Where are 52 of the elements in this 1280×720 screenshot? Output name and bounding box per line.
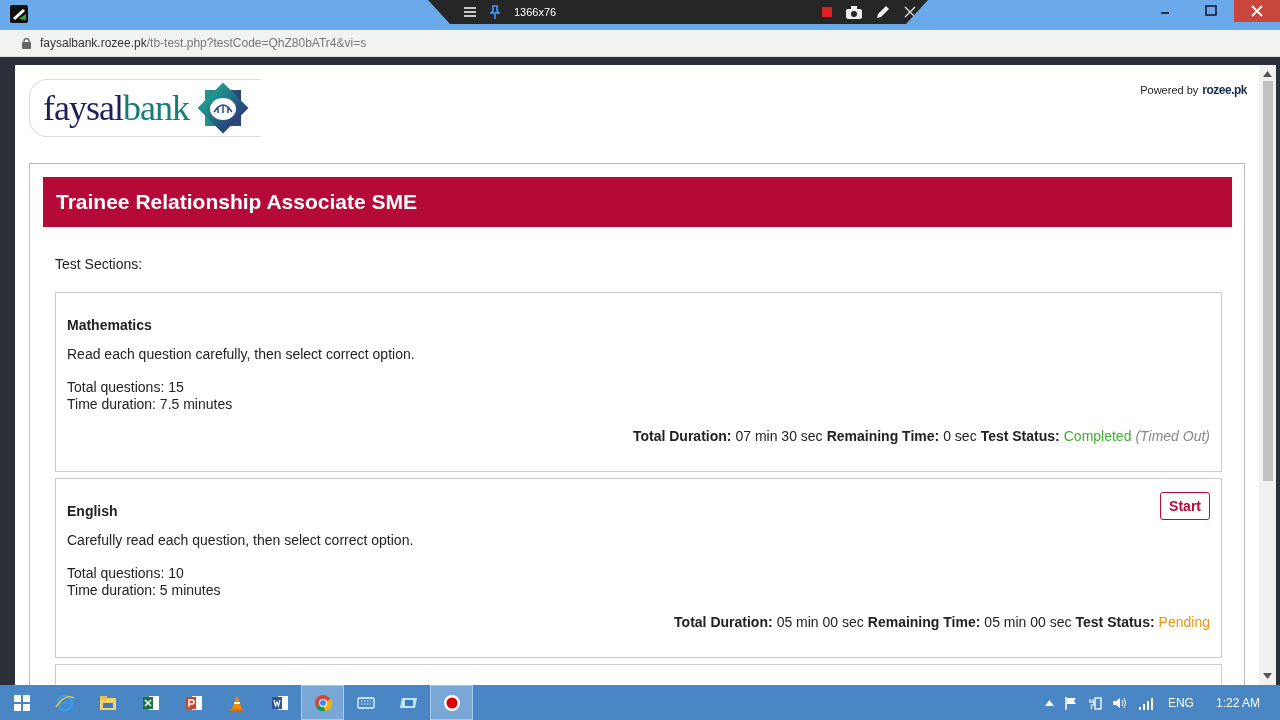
app-icon — [10, 5, 28, 23]
test-status-label: Test Status: — [980, 428, 1060, 444]
signal-bars-icon[interactable] — [1137, 695, 1154, 710]
total-duration-label: Total Duration: — [632, 428, 732, 444]
total-questions: Total questions: 10 — [67, 565, 185, 582]
total-duration-value: 05 min 00 sec — [776, 614, 864, 630]
powered-by-text: Powered by — [1140, 84, 1199, 96]
test-title: Trainee Relationship Associate SME — [43, 177, 1232, 227]
chevron-up-icon[interactable] — [1044, 699, 1054, 706]
status-note: (Timed Out) — [1135, 428, 1210, 444]
total-duration-value: 07 min 30 sec — [735, 428, 823, 444]
url-text: faysalbank.rozee.pk/tb-test.php?testCode=QhZ80bATr4&vi=s — [40, 36, 367, 50]
sections-label: Test Sections: — [55, 256, 144, 272]
menu-icon[interactable] — [464, 6, 476, 18]
section-description: Read each question carefully, then select correct option. — [67, 346, 416, 362]
record-icon[interactable] — [441, 692, 462, 713]
speaker-icon[interactable] — [1111, 695, 1128, 710]
pencil-icon[interactable] — [876, 5, 890, 19]
start-button[interactable]: Start — [1160, 492, 1210, 520]
address-bar[interactable]: faysalbank.rozee.pk/tb-test.php?testCode=QhZ80bATr4&vi=s — [0, 30, 1280, 57]
pin-icon[interactable] — [490, 5, 500, 19]
language-indicator[interactable]: ENG — [1167, 695, 1194, 710]
rozee-logo: rozee.pk — [1202, 83, 1247, 97]
remaining-time-value: 0 sec — [943, 428, 977, 444]
camera-icon[interactable] — [846, 5, 862, 19]
total-duration-label: Total Duration: — [674, 614, 773, 630]
scroll-down-icon[interactable] — [1263, 673, 1272, 679]
test-status-label: Test Status: — [1075, 614, 1155, 630]
browser-e-icon[interactable] — [54, 692, 75, 713]
battery-plug-icon[interactable] — [1087, 695, 1102, 710]
scrollbar[interactable] — [1259, 65, 1276, 685]
section-description: Carefully read each question, then select correct option. — [67, 532, 415, 548]
time-duration: Time duration: 5 minutes — [67, 582, 222, 599]
section-name: Mathematics — [67, 317, 152, 333]
chrome-icon[interactable] — [312, 692, 333, 713]
resolution-text: 1366x76 — [514, 6, 557, 18]
test-status-value: Pending — [1158, 614, 1210, 630]
remaining-time-label: Remaining Time: — [867, 614, 981, 630]
scroll-thumb[interactable] — [1262, 81, 1273, 481]
remaining-time-label: Remaining Time: — [826, 428, 940, 444]
close-icon[interactable] — [904, 6, 916, 18]
lock-icon — [22, 37, 31, 49]
test-status-value: Completed — [1063, 428, 1132, 444]
scroll-up-icon[interactable] — [1263, 71, 1272, 77]
windows-start-icon[interactable] — [11, 692, 32, 713]
clock[interactable]: 1:22 AM — [1215, 695, 1260, 710]
section-name: English — [67, 503, 118, 519]
remaining-time-value: 05 min 00 sec — [984, 614, 1072, 630]
logo-wordmark: faysalbank — [43, 87, 189, 129]
time-duration: Time duration: 7.5 minutes — [67, 396, 234, 413]
flag-icon[interactable] — [1063, 695, 1078, 710]
total-questions: Total questions: 15 — [67, 379, 185, 396]
